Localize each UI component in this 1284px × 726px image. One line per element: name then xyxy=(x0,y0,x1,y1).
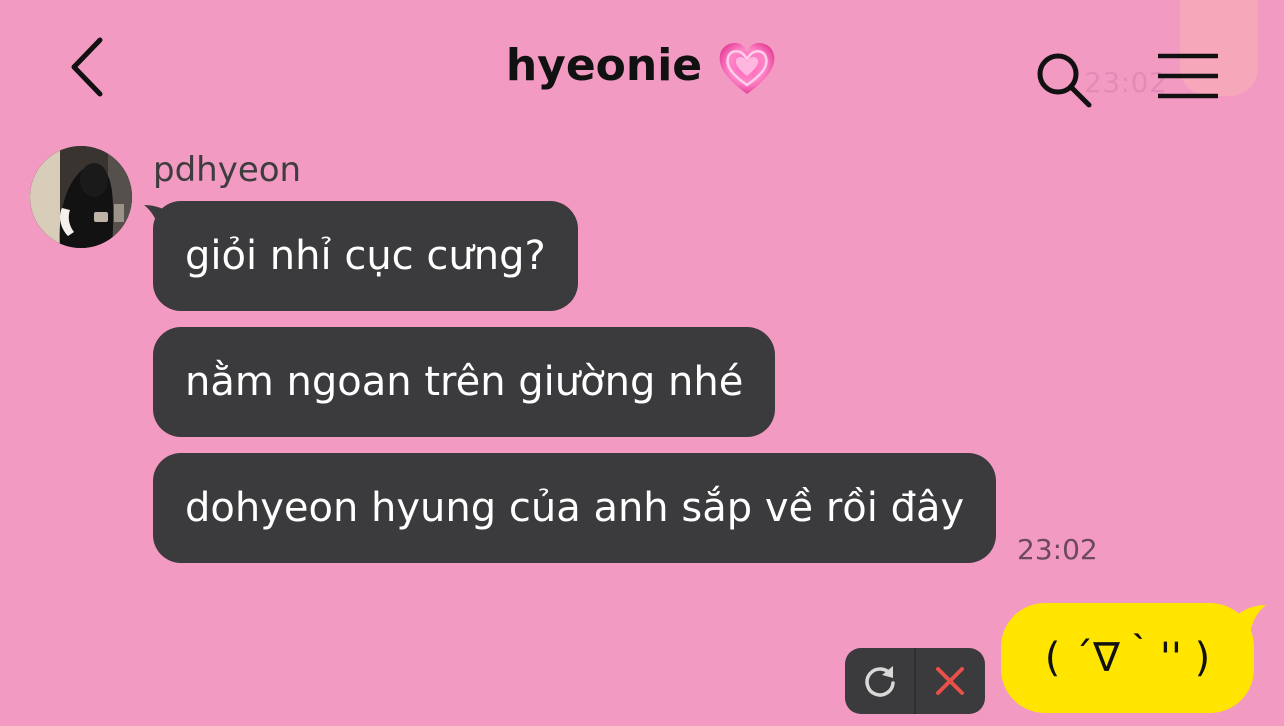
incoming-message-bubble[interactable]: dohyeon hyung của anh sắp về rồi đây xyxy=(153,453,997,563)
failed-message-actions xyxy=(845,648,985,714)
message-timestamp: 23:02 xyxy=(1017,533,1098,566)
delete-button[interactable] xyxy=(915,648,985,714)
menu-button[interactable] xyxy=(1156,52,1220,102)
avatar[interactable] xyxy=(30,146,132,248)
outgoing-message-bubble[interactable]: ( ´∇｀'' ) xyxy=(1001,603,1254,713)
search-button[interactable] xyxy=(1034,50,1096,112)
heart-icon xyxy=(716,39,778,97)
action-divider xyxy=(914,648,916,714)
incoming-message-bubble[interactable]: giỏi nhỉ cục cưng? xyxy=(153,201,578,311)
menu-icon xyxy=(1158,53,1218,99)
search-icon xyxy=(1037,53,1092,108)
retry-button[interactable] xyxy=(845,648,915,714)
close-icon xyxy=(936,667,964,695)
incoming-message-bubble[interactable]: nằm ngoan trên giường nhé xyxy=(153,327,776,437)
sender-name: pdhyeon xyxy=(153,150,302,190)
refresh-icon xyxy=(865,666,895,697)
outgoing-bubble-tail xyxy=(1234,605,1266,639)
chat-title: hyeonie xyxy=(505,40,703,91)
